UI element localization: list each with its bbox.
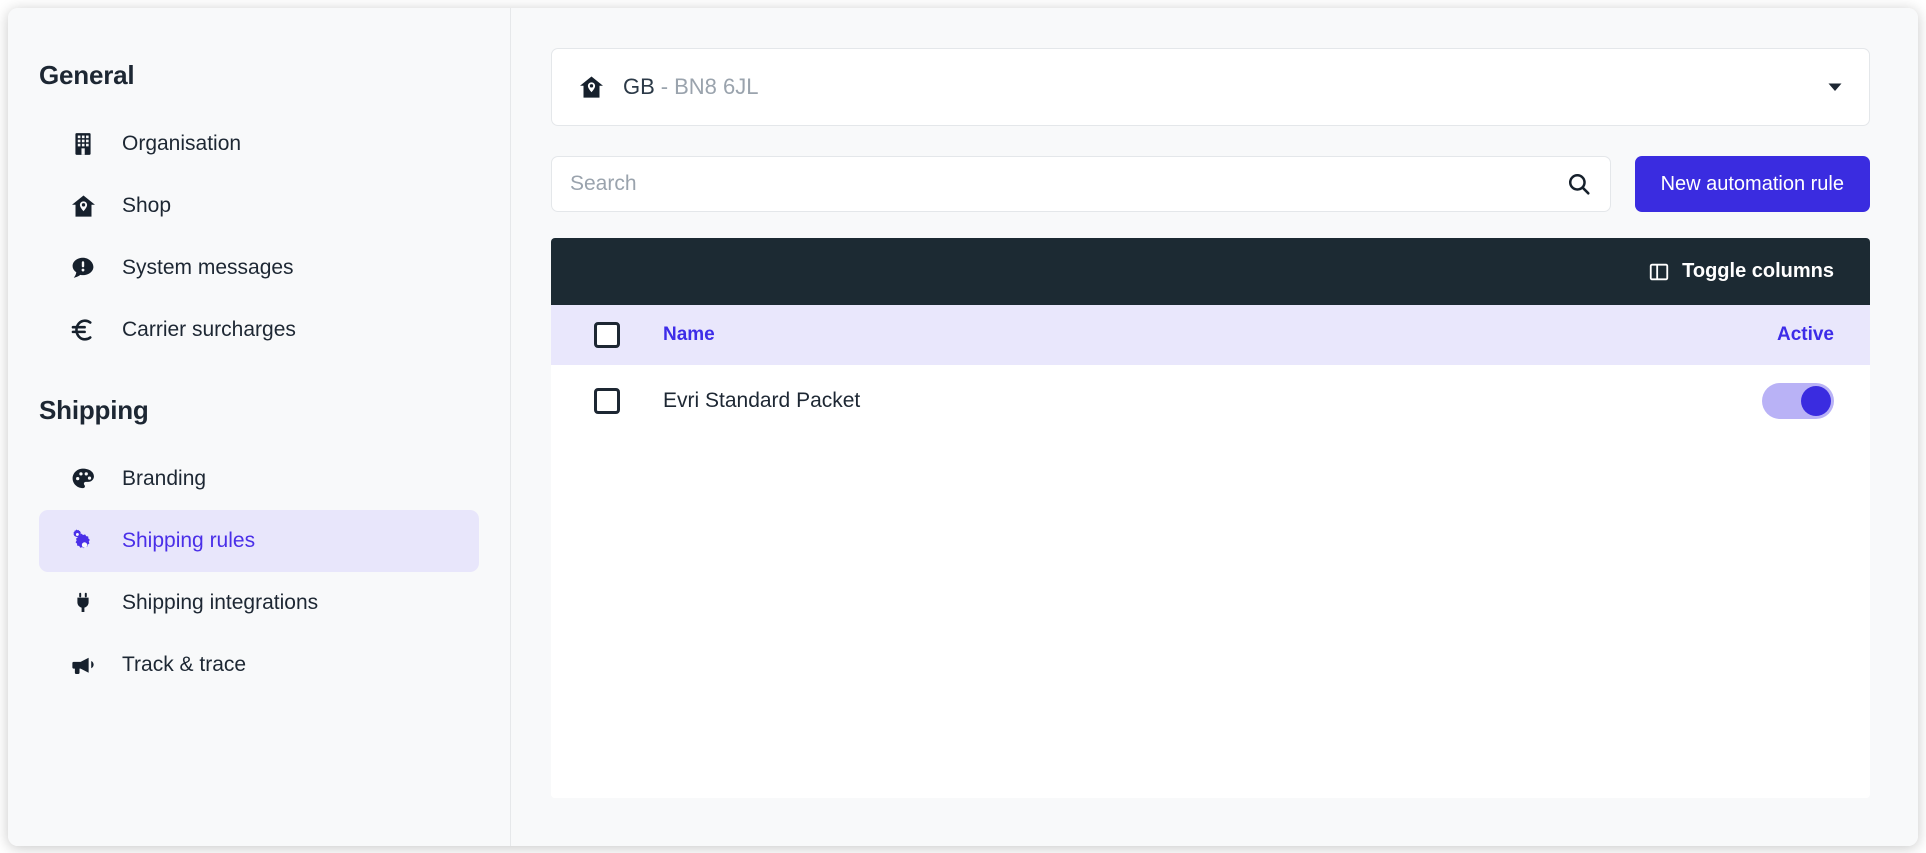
sidebar-item-label: Shipping rules [122,529,256,552]
columns-icon [1648,261,1670,283]
sidebar-item-label: Track & trace [122,653,247,676]
euro-icon [68,315,98,345]
app-window: General Organisation Shop System message… [8,8,1918,846]
message-alert-icon [68,253,98,283]
sidebar-item-label: Carrier surcharges [122,318,296,341]
sidebar-item-carrier-surcharges[interactable]: Carrier surcharges [39,299,479,361]
building-icon [68,129,98,159]
row-checkbox[interactable] [594,388,620,414]
sidebar-item-label: Shipping integrations [122,591,319,614]
palette-icon [68,464,98,494]
sidebar-item-label: System messages [122,256,294,279]
sidebar-item-shop[interactable]: Shop [39,175,479,237]
sidebar-section-title-shipping: Shipping [39,395,149,425]
sidebar-item-branding[interactable]: Branding [39,448,479,510]
sidebar-item-system-messages[interactable]: System messages [39,237,479,299]
select-all-checkbox[interactable] [594,322,620,348]
sidebar-nav-shipping: Branding Shipping rules Shipping integra… [8,448,510,696]
shop-home-icon [68,191,98,221]
column-header-name[interactable]: Name [663,324,1694,346]
table-header-row: Name Active [551,305,1870,365]
location-country: GB [623,74,655,99]
toggle-columns-button[interactable]: Toggle columns [1648,260,1834,283]
rule-name: Evri Standard Packet [663,389,861,412]
settings-sidebar: General Organisation Shop System message… [8,8,511,846]
location-postcode: BN8 6JL [674,74,759,99]
active-toggle[interactable] [1762,383,1834,419]
rule-active-cell [1694,383,1834,419]
sidebar-item-shipping-rules[interactable]: Shipping rules [39,510,479,572]
location-selector[interactable]: GB - BN8 6JL [551,48,1870,126]
sidebar-item-organisation[interactable]: Organisation [39,113,479,175]
sidebar-section-title-general: General [39,60,135,90]
sidebar-item-label: Branding [122,467,207,490]
plug-icon [68,588,98,618]
table-toolbar: Toggle columns [551,238,1870,305]
search-field-wrapper[interactable] [551,156,1611,212]
chevron-down-icon[interactable] [1825,77,1845,97]
main-content: GB - BN8 6JL New automation rule [511,8,1918,846]
new-automation-rule-button[interactable]: New automation rule [1634,156,1870,212]
shipping-rules-table: Toggle columns Name Active Evri Standard… [551,238,1870,798]
megaphone-icon [68,650,98,680]
sidebar-item-shipping-integrations[interactable]: Shipping integrations [39,572,479,634]
toggle-columns-label: Toggle columns [1682,260,1834,282]
sidebar-item-label: Organisation [122,132,242,155]
search-toolbar: New automation rule [551,156,1870,212]
search-icon[interactable] [1566,171,1592,197]
sidebar-item-label: Shop [122,194,172,217]
row-select-cell[interactable] [551,388,663,414]
table-empty-space [551,437,1870,798]
table-row[interactable]: Evri Standard Packet [551,365,1870,437]
sidebar-item-track-trace[interactable]: Track & trace [39,634,479,696]
location-separator: - [660,74,669,99]
sidebar-nav-general: Organisation Shop System messages Carrie… [8,113,510,361]
toggle-knob [1801,386,1831,416]
shop-home-icon [578,74,605,101]
gears-icon [68,526,98,556]
column-header-active[interactable]: Active [1694,324,1834,346]
select-all-cell[interactable] [551,322,663,348]
search-input[interactable] [570,172,1566,196]
